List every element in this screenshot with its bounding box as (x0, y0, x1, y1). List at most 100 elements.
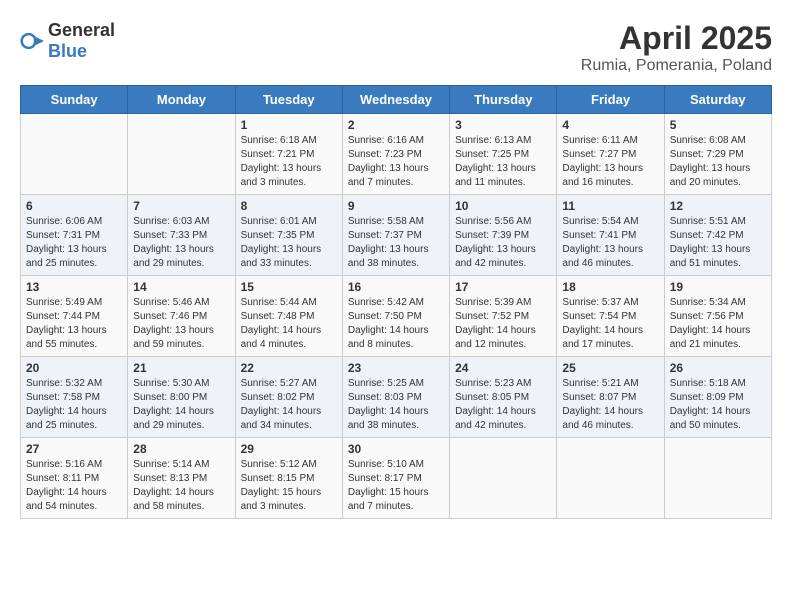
calendar-cell: 1 Sunrise: 6:18 AM Sunset: 7:21 PM Daylig… (235, 114, 342, 195)
day-info: Sunrise: 5:23 AM Sunset: 8:05 PM Dayligh… (455, 377, 551, 433)
calendar-cell: 30 Sunrise: 5:10 AM Sunset: 8:17 PM Dayli… (342, 438, 449, 519)
calendar-cell (450, 438, 557, 519)
calendar-cell (557, 438, 664, 519)
calendar-week-row: 20Sunrise: 5:32 AM Sunset: 7:58 PM Dayli… (21, 357, 772, 438)
day-info: Sunrise: 5:39 AM Sunset: 7:52 PM Dayligh… (455, 296, 551, 352)
day-number: 26 (670, 361, 766, 375)
day-info: Sunrise: 5:49 AM Sunset: 7:44 PM Dayligh… (26, 296, 122, 352)
day-number: 3 (455, 118, 551, 132)
page-title: April 2025 (581, 20, 772, 57)
day-info: Sunrise: 5:34 AM Sunset: 7:56 PM Dayligh… (670, 296, 766, 352)
day-number: 23 (348, 361, 444, 375)
day-info: Sunrise: 5:42 AM Sunset: 7:50 PM Dayligh… (348, 296, 444, 352)
calendar-cell: 27Sunrise: 5:16 AM Sunset: 8:11 PM Dayli… (21, 438, 128, 519)
calendar-table: SundayMondayTuesdayWednesdayThursdayFrid… (20, 85, 772, 519)
day-number: 22 (241, 361, 337, 375)
day-info: Sunrise: 5:58 AM Sunset: 7:37 PM Dayligh… (348, 215, 444, 271)
calendar-cell: 28 Sunrise: 5:14 AM Sunset: 8:13 PM Dayli… (128, 438, 235, 519)
logo-general-text: General (48, 20, 115, 40)
day-info: Sunrise: 6:18 AM Sunset: 7:21 PM Dayligh… (241, 134, 337, 190)
weekday-header-saturday: Saturday (664, 86, 771, 114)
page-subtitle: Rumia, Pomerania, Poland (581, 57, 772, 75)
weekday-header-friday: Friday (557, 86, 664, 114)
calendar-cell: 5 Sunrise: 6:08 AM Sunset: 7:29 PM Daylig… (664, 114, 771, 195)
day-number: 8 (241, 199, 337, 213)
day-info: Sunrise: 6:03 AM Sunset: 7:33 PM Dayligh… (133, 215, 229, 271)
day-info: Sunrise: 5:30 AM Sunset: 8:00 PM Dayligh… (133, 377, 229, 433)
calendar-cell: 19 Sunrise: 5:34 AM Sunset: 7:56 PM Dayli… (664, 276, 771, 357)
calendar-cell: 26 Sunrise: 5:18 AM Sunset: 8:09 PM Dayli… (664, 357, 771, 438)
day-info: Sunrise: 6:01 AM Sunset: 7:35 PM Dayligh… (241, 215, 337, 271)
day-info: Sunrise: 5:10 AM Sunset: 8:17 PM Dayligh… (348, 458, 444, 514)
header: General Blue April 2025 Rumia, Pomerania… (20, 20, 772, 75)
calendar-cell: 3 Sunrise: 6:13 AM Sunset: 7:25 PM Daylig… (450, 114, 557, 195)
day-info: Sunrise: 6:08 AM Sunset: 7:29 PM Dayligh… (670, 134, 766, 190)
calendar-cell: 14Sunrise: 5:46 AM Sunset: 7:46 PM Dayli… (128, 276, 235, 357)
day-number: 27 (26, 442, 122, 456)
weekday-header-monday: Monday (128, 86, 235, 114)
day-number: 21 (133, 361, 229, 375)
calendar-cell: 7 Sunrise: 6:03 AM Sunset: 7:33 PM Daylig… (128, 195, 235, 276)
day-info: Sunrise: 5:54 AM Sunset: 7:41 PM Dayligh… (562, 215, 658, 271)
day-number: 15 (241, 280, 337, 294)
day-number: 5 (670, 118, 766, 132)
day-info: Sunrise: 5:18 AM Sunset: 8:09 PM Dayligh… (670, 377, 766, 433)
weekday-header-wednesday: Wednesday (342, 86, 449, 114)
calendar-cell: 25 Sunrise: 5:21 AM Sunset: 8:07 PM Dayli… (557, 357, 664, 438)
day-number: 19 (670, 280, 766, 294)
weekday-header-thursday: Thursday (450, 86, 557, 114)
day-number: 2 (348, 118, 444, 132)
day-number: 11 (562, 199, 658, 213)
day-number: 6 (26, 199, 122, 213)
calendar-week-row: 27Sunrise: 5:16 AM Sunset: 8:11 PM Dayli… (21, 438, 772, 519)
calendar-cell: 12 Sunrise: 5:51 AM Sunset: 7:42 PM Dayli… (664, 195, 771, 276)
calendar-cell (21, 114, 128, 195)
calendar-cell: 29Sunrise: 5:12 AM Sunset: 8:15 PM Dayli… (235, 438, 342, 519)
day-info: Sunrise: 5:25 AM Sunset: 8:03 PM Dayligh… (348, 377, 444, 433)
day-info: Sunrise: 5:37 AM Sunset: 7:54 PM Dayligh… (562, 296, 658, 352)
calendar-cell: 8 Sunrise: 6:01 AM Sunset: 7:35 PM Daylig… (235, 195, 342, 276)
day-info: Sunrise: 5:21 AM Sunset: 8:07 PM Dayligh… (562, 377, 658, 433)
day-number: 29 (241, 442, 337, 456)
calendar-cell: 11 Sunrise: 5:54 AM Sunset: 7:41 PM Dayli… (557, 195, 664, 276)
calendar-cell: 9Sunrise: 5:58 AM Sunset: 7:37 PM Daylig… (342, 195, 449, 276)
day-number: 7 (133, 199, 229, 213)
day-info: Sunrise: 5:56 AM Sunset: 7:39 PM Dayligh… (455, 215, 551, 271)
logo-blue-text: Blue (48, 41, 87, 61)
title-area: April 2025 Rumia, Pomerania, Poland (581, 20, 772, 75)
calendar-week-row: 13Sunrise: 5:49 AM Sunset: 7:44 PM Dayli… (21, 276, 772, 357)
day-info: Sunrise: 6:13 AM Sunset: 7:25 PM Dayligh… (455, 134, 551, 190)
calendar-cell: 20Sunrise: 5:32 AM Sunset: 7:58 PM Dayli… (21, 357, 128, 438)
calendar-cell: 24 Sunrise: 5:23 AM Sunset: 8:05 PM Dayli… (450, 357, 557, 438)
day-number: 30 (348, 442, 444, 456)
calendar-cell: 15 Sunrise: 5:44 AM Sunset: 7:48 PM Dayli… (235, 276, 342, 357)
day-number: 18 (562, 280, 658, 294)
calendar-cell: 2Sunrise: 6:16 AM Sunset: 7:23 PM Daylig… (342, 114, 449, 195)
calendar-week-row: 6 Sunrise: 6:06 AM Sunset: 7:31 PM Daylig… (21, 195, 772, 276)
calendar-cell: 18 Sunrise: 5:37 AM Sunset: 7:54 PM Dayli… (557, 276, 664, 357)
day-number: 1 (241, 118, 337, 132)
day-number: 20 (26, 361, 122, 375)
day-info: Sunrise: 5:27 AM Sunset: 8:02 PM Dayligh… (241, 377, 337, 433)
day-number: 12 (670, 199, 766, 213)
day-info: Sunrise: 6:06 AM Sunset: 7:31 PM Dayligh… (26, 215, 122, 271)
calendar-cell: 16 Sunrise: 5:42 AM Sunset: 7:50 PM Dayli… (342, 276, 449, 357)
calendar-cell: 4Sunrise: 6:11 AM Sunset: 7:27 PM Daylig… (557, 114, 664, 195)
logo: General Blue (20, 20, 115, 62)
day-number: 28 (133, 442, 229, 456)
day-info: Sunrise: 5:44 AM Sunset: 7:48 PM Dayligh… (241, 296, 337, 352)
calendar-week-row: 1 Sunrise: 6:18 AM Sunset: 7:21 PM Daylig… (21, 114, 772, 195)
calendar-cell (128, 114, 235, 195)
day-number: 24 (455, 361, 551, 375)
day-info: Sunrise: 5:14 AM Sunset: 8:13 PM Dayligh… (133, 458, 229, 514)
weekday-header-tuesday: Tuesday (235, 86, 342, 114)
day-number: 16 (348, 280, 444, 294)
weekday-header-row: SundayMondayTuesdayWednesdayThursdayFrid… (21, 86, 772, 114)
day-number: 14 (133, 280, 229, 294)
day-info: Sunrise: 5:51 AM Sunset: 7:42 PM Dayligh… (670, 215, 766, 271)
day-number: 10 (455, 199, 551, 213)
calendar-cell: 17Sunrise: 5:39 AM Sunset: 7:52 PM Dayli… (450, 276, 557, 357)
day-number: 25 (562, 361, 658, 375)
day-number: 4 (562, 118, 658, 132)
calendar-cell: 10 Sunrise: 5:56 AM Sunset: 7:39 PM Dayli… (450, 195, 557, 276)
